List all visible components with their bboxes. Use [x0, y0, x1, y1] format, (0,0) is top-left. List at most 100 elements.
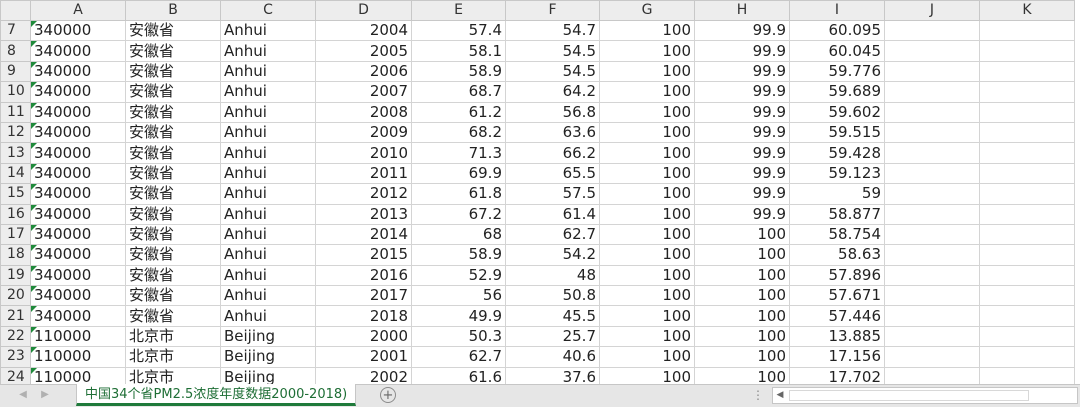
cell-value-i[interactable]: 57.446	[789, 305, 885, 327]
cell-province-cn[interactable]: 安徽省	[125, 101, 221, 123]
row-header[interactable]: 21	[0, 305, 31, 327]
cell-value-f[interactable]: 25.7	[505, 325, 600, 348]
cell-province-en[interactable]: Anhui	[220, 223, 316, 246]
cell-province-cn[interactable]: 安徽省	[125, 19, 221, 42]
cell-value-i[interactable]: 59.602	[789, 101, 885, 123]
scroll-left-arrow-icon[interactable]: ◀	[773, 388, 787, 403]
cell-code[interactable]: 340000	[30, 264, 126, 287]
cell-value-i[interactable]: 59.123	[789, 162, 885, 185]
cell-empty[interactable]	[884, 346, 980, 368]
cell-code[interactable]: 340000	[30, 19, 126, 42]
cell-value-e[interactable]: 71.3	[411, 142, 506, 164]
row-header[interactable]: 11	[0, 101, 31, 123]
cell-empty[interactable]	[884, 162, 980, 185]
cell-province-en[interactable]: Anhui	[220, 19, 316, 42]
cell-value-h[interactable]: 100	[694, 346, 790, 368]
cell-province-cn[interactable]: 北京市	[125, 325, 221, 348]
cell-province-cn[interactable]: 安徽省	[125, 203, 221, 225]
cell-value-h[interactable]: 99.9	[694, 203, 790, 225]
cell-value-h[interactable]: 99.9	[694, 162, 790, 185]
cell-value-e[interactable]: 57.4	[411, 19, 506, 42]
cell-province-en[interactable]: Beijing	[220, 346, 316, 368]
row-header[interactable]: 16	[0, 203, 31, 225]
column-header[interactable]: E	[411, 0, 506, 21]
cell-empty[interactable]	[884, 244, 980, 266]
cell-value-h[interactable]: 99.9	[694, 101, 790, 123]
cell-province-en[interactable]: Anhui	[220, 244, 316, 266]
row-header[interactable]: 20	[0, 285, 31, 307]
row-header[interactable]: 12	[0, 121, 31, 144]
cell-province-cn[interactable]: 安徽省	[125, 81, 221, 103]
cell-empty[interactable]	[884, 183, 980, 205]
cell-code[interactable]: 110000	[30, 346, 126, 368]
cell-province-en[interactable]: Anhui	[220, 142, 316, 164]
cell-year[interactable]: 2010	[315, 142, 412, 164]
cell-empty[interactable]	[979, 101, 1075, 123]
cell-empty[interactable]	[979, 244, 1075, 266]
cell-value-e[interactable]: 52.9	[411, 264, 506, 287]
cell-empty[interactable]	[979, 121, 1075, 144]
cell-year[interactable]: 2000	[315, 325, 412, 348]
cell-empty[interactable]	[884, 325, 980, 348]
cell-empty[interactable]	[884, 203, 980, 225]
cell-value-f[interactable]: 65.5	[505, 162, 600, 185]
cell-empty[interactable]	[979, 40, 1075, 62]
cell-province-en[interactable]: Anhui	[220, 183, 316, 205]
cell-value-g[interactable]: 100	[599, 19, 695, 42]
cell-empty[interactable]	[884, 40, 980, 62]
cell-value-h[interactable]: 100	[694, 244, 790, 266]
cell-value-i[interactable]: 57.671	[789, 285, 885, 307]
cell-year[interactable]: 2013	[315, 203, 412, 225]
scrollbar-thumb[interactable]	[789, 390, 1029, 401]
cell-value-f[interactable]: 45.5	[505, 305, 600, 327]
cell-empty[interactable]	[979, 346, 1075, 368]
cell-province-en[interactable]: Anhui	[220, 101, 316, 123]
cell-code[interactable]: 340000	[30, 305, 126, 327]
cell-year[interactable]: 2017	[315, 285, 412, 307]
cell-empty[interactable]	[979, 285, 1075, 307]
cell-province-en[interactable]: Anhui	[220, 264, 316, 287]
spreadsheet-grid[interactable]: A B C D E F G H I J K 7 340000 安徽省 Anhui 200…	[0, 0, 1080, 385]
cell-province-en[interactable]: Anhui	[220, 162, 316, 185]
cell-empty[interactable]	[979, 81, 1075, 103]
cell-empty[interactable]	[884, 366, 980, 385]
cell-value-e[interactable]: 50.3	[411, 325, 506, 348]
cell-empty[interactable]	[979, 264, 1075, 287]
row-header[interactable]: 15	[0, 183, 31, 205]
cell-code[interactable]: 340000	[30, 60, 126, 83]
cell-value-g[interactable]: 100	[599, 203, 695, 225]
cell-value-g[interactable]: 100	[599, 264, 695, 287]
cell-province-en[interactable]: Anhui	[220, 305, 316, 327]
cell-value-f[interactable]: 54.5	[505, 40, 600, 62]
cell-value-h[interactable]: 100	[694, 264, 790, 287]
cell-year[interactable]: 2014	[315, 223, 412, 246]
column-header[interactable]: C	[220, 0, 316, 21]
cell-value-e[interactable]: 68.2	[411, 121, 506, 144]
cell-value-e[interactable]: 49.9	[411, 305, 506, 327]
cell-province-en[interactable]: Beijing	[220, 366, 316, 385]
cell-year[interactable]: 2005	[315, 40, 412, 62]
column-header[interactable]: A	[30, 0, 126, 21]
cell-province-en[interactable]: Anhui	[220, 121, 316, 144]
cell-value-f[interactable]: 56.8	[505, 101, 600, 123]
cell-empty[interactable]	[979, 325, 1075, 348]
cell-value-f[interactable]: 48	[505, 264, 600, 287]
cell-province-en[interactable]: Anhui	[220, 81, 316, 103]
cell-province-cn[interactable]: 北京市	[125, 346, 221, 368]
cell-code[interactable]: 340000	[30, 162, 126, 185]
cell-value-e[interactable]: 58.9	[411, 244, 506, 266]
cell-empty[interactable]	[979, 60, 1075, 83]
cell-empty[interactable]	[979, 223, 1075, 246]
cell-value-g[interactable]: 100	[599, 366, 695, 385]
cell-province-cn[interactable]: 安徽省	[125, 264, 221, 287]
cell-province-cn[interactable]: 安徽省	[125, 244, 221, 266]
cell-value-h[interactable]: 99.9	[694, 60, 790, 83]
cell-value-g[interactable]: 100	[599, 162, 695, 185]
cell-province-cn[interactable]: 安徽省	[125, 121, 221, 144]
column-header[interactable]: H	[694, 0, 790, 21]
column-header[interactable]: I	[789, 0, 885, 21]
cell-empty[interactable]	[979, 142, 1075, 164]
cell-value-i[interactable]: 60.045	[789, 40, 885, 62]
scroll-tabs-left-icon[interactable]: ◀	[16, 388, 30, 402]
cell-empty[interactable]	[884, 285, 980, 307]
